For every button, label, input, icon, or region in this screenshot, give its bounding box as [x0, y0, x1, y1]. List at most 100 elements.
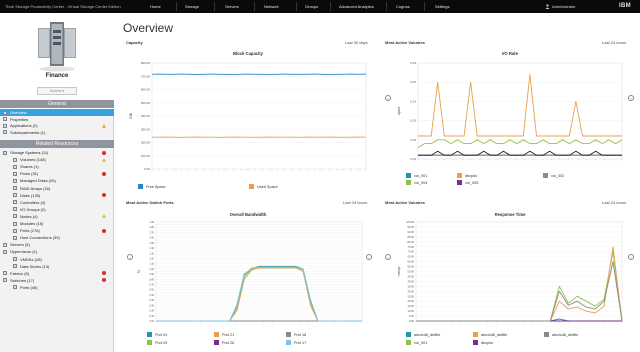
sidebar-item-related[interactable]: Host Connections (39) — [0, 234, 114, 241]
nav-network[interactable]: Network — [264, 4, 279, 9]
next-arrow-icon[interactable]: › — [628, 95, 634, 101]
y-tick-label: 1.30 — [149, 252, 154, 255]
sidebar-item-related[interactable]: Hypervisors (1) — [0, 248, 114, 255]
sidebar-item-related[interactable]: Shares (1) — [0, 163, 114, 170]
tree-item-label: Shares (1) — [20, 164, 39, 170]
tree-item-label: VMDKs (28) — [20, 256, 42, 262]
legend-item: dbcpdc — [473, 340, 493, 345]
previous-arrow-icon[interactable]: ‹ — [385, 254, 391, 260]
io-rate-chart: 0.00 0.05 0.10 0.15 0.20 0.25 ops/s — [397, 61, 623, 161]
nav-home[interactable]: Home — [150, 4, 161, 9]
legend-item: Port 24 — [147, 332, 167, 337]
page-icon — [3, 110, 7, 115]
legend-label: Port 24 — [155, 333, 168, 337]
nav-groups[interactable]: Groups — [305, 4, 318, 9]
resource-icon — [13, 207, 17, 212]
error-status-icon — [102, 193, 106, 198]
nav-servers[interactable]: Servers — [225, 4, 239, 9]
sidebar-item-related[interactable]: Modules (15) — [0, 220, 114, 227]
y-tick-label: 0.70 — [149, 284, 154, 287]
y-tick-label: 50.00 — [408, 270, 415, 274]
sidebar-item-related[interactable]: RAID Arrays (16) — [0, 185, 114, 192]
y-tick-label: 1.70 — [149, 231, 154, 234]
nav-storage[interactable]: Storage — [185, 4, 199, 9]
resource-group-icon — [3, 249, 7, 254]
tree-item-label: Fabrics (5) — [10, 270, 30, 276]
tree-item-label: I/O Groups (2) — [20, 206, 46, 212]
sidebar-item-related[interactable]: Servers (5) — [0, 241, 114, 248]
y-axis-label: ms/op — [397, 267, 401, 277]
legend-swatch — [473, 340, 478, 345]
resource-icon — [13, 285, 17, 290]
y-tick-label: 0.05 — [410, 138, 416, 142]
app-window: Tivoli Storage Productivity Center - Vir… — [0, 0, 640, 352]
user-menu[interactable]: Administrator — [552, 4, 576, 9]
sidebar-item-related[interactable]: VMDKs (28) — [0, 256, 114, 263]
y-tick-label: 300.00 — [141, 127, 151, 131]
legend-item: atsvlcd6_de8tle — [544, 332, 578, 337]
sidebar-item-related[interactable]: Fabrics (5) — [0, 270, 114, 277]
legend-swatch — [544, 332, 549, 337]
y-tick-label: 45.00 — [408, 274, 415, 278]
y-tick-label: 30.00 — [408, 289, 415, 293]
tree-item-label: Managed Disks (26) — [20, 178, 56, 184]
chart-title: Block Capacity — [232, 51, 264, 56]
previous-arrow-icon[interactable]: ‹ — [385, 95, 391, 101]
nav-divider — [176, 2, 177, 11]
tree-item-label: Servers (5) — [10, 242, 30, 248]
y-tick-label: 0.25 — [410, 61, 416, 65]
sidebar-item-related[interactable]: Controllers (4) — [0, 199, 114, 206]
entity-name: Finance — [45, 73, 69, 79]
legend-item: Free Space — [138, 184, 166, 189]
nav-settings[interactable]: Settings — [435, 4, 449, 9]
error-status-icon — [102, 150, 106, 155]
actions-dropdown[interactable]: Actions ▾ — [37, 87, 77, 95]
legend-label: Port 21 — [222, 333, 235, 337]
sidebar-item-related[interactable]: Managed Disks (26) — [0, 177, 114, 184]
sidebar-item-general[interactable]: Subdepartments (1) — [0, 129, 114, 136]
legend-swatch — [406, 180, 411, 185]
legend-swatch — [214, 332, 219, 337]
legend-label: vol_002 — [551, 174, 565, 178]
y-tick-label: 100.00 — [406, 220, 414, 224]
legend-swatch — [286, 332, 291, 337]
legend-item: Port 23 — [147, 340, 167, 345]
legend-label: Used Space — [257, 185, 278, 189]
sidebar-item-related[interactable]: Disks (139) — [0, 192, 114, 199]
top-navigation-bar: Tivoli Storage Productivity Center - Vir… — [0, 0, 640, 13]
resource-icon — [13, 228, 17, 233]
nav-divider — [330, 2, 331, 11]
previous-arrow-icon[interactable]: ‹ — [127, 254, 133, 260]
legend-label: Port 23 — [155, 341, 168, 345]
next-arrow-icon[interactable]: › — [628, 254, 634, 260]
resource-group-icon — [3, 150, 7, 155]
legend-item: vol_001 — [406, 340, 427, 345]
sidebar-item-related[interactable]: Data Stores (13) — [0, 263, 114, 270]
user-icon — [545, 4, 550, 9]
nav-cognos[interactable]: Cognos — [396, 4, 410, 9]
sidebar-item-related[interactable]: Ports (46) — [0, 284, 114, 291]
next-arrow-icon[interactable]: › — [366, 254, 372, 260]
legend-swatch — [457, 173, 462, 178]
tree-item-label: Data Stores (13) — [20, 263, 50, 269]
tree-item-label: Storage Systems (11) — [10, 150, 49, 155]
legend-item: vol_001 — [406, 173, 427, 178]
sidebar-item-related[interactable]: Ports (176) — [0, 227, 114, 234]
resource-icon — [13, 193, 17, 198]
legend-item: vol_004 — [406, 180, 427, 185]
legend-swatch — [543, 173, 548, 178]
sidebar-item-related[interactable]: I/O Groups (2) — [0, 206, 114, 213]
sidebar-item-related[interactable]: Volumes (148) — [0, 156, 114, 163]
y-tick-label: 0.00 — [409, 319, 415, 323]
sidebar-item-related[interactable]: Storage Systems (11) — [0, 149, 114, 156]
resource-icon — [13, 186, 17, 190]
sidebar-item-related[interactable]: Pools (31) — [0, 170, 114, 177]
y-tick-label: 85.00 — [408, 235, 415, 239]
nav-advanced-analytics[interactable]: Advanced Analytics — [339, 4, 374, 9]
legend-item: vol_002 — [543, 173, 564, 178]
sidebar-item-related[interactable]: Switches (17) — [0, 277, 114, 284]
page-icon — [3, 123, 7, 128]
sidebar-item-related[interactable]: Nodes (4) — [0, 213, 114, 220]
legend-item: Port 18 — [286, 332, 306, 337]
legend-label: Port 18 — [294, 333, 307, 337]
